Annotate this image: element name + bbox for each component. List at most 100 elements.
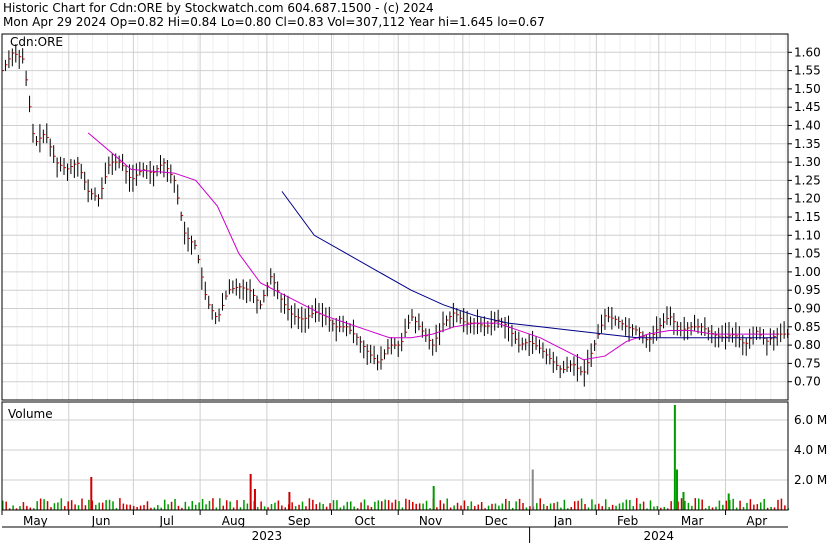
volume-bar [739, 500, 741, 510]
volume-bar [22, 502, 25, 510]
volume-bar [498, 505, 500, 510]
volume-bar [639, 503, 641, 510]
volume-bar [398, 501, 400, 510]
volume-grid [1, 402, 788, 510]
volume-bar [518, 498, 521, 510]
volume-panel-title: Volume [8, 407, 53, 421]
volume-bar [329, 503, 331, 510]
volume-bar [615, 505, 617, 510]
price-tick-label: 1.15 [794, 210, 821, 224]
volume-bar [694, 498, 697, 510]
chart-header-line-1: Historic Chart for Cdn:ORE by Stockwatch… [3, 1, 434, 15]
volume-bar [412, 501, 414, 510]
volume-bar [108, 499, 111, 510]
volume-tick-label: 4.0 M [794, 443, 827, 457]
volume-bar [446, 498, 448, 510]
volume-bar [53, 503, 56, 510]
price-tick-label: 1.35 [794, 137, 821, 151]
volume-bar [57, 502, 59, 510]
volume-bar [553, 503, 555, 510]
volume-bar [291, 502, 293, 510]
volume-bar [467, 505, 469, 510]
volume-bar [312, 499, 314, 510]
month-label: Oct [354, 514, 375, 528]
volume-bar [718, 500, 721, 510]
volume-bar [64, 506, 66, 510]
volume-bar [270, 503, 273, 510]
volume-bar [515, 501, 517, 510]
volume-bar [508, 501, 510, 510]
volume-bar [167, 504, 169, 510]
volume-tick-label: 2.0 M [794, 473, 827, 487]
chart-header-line-2: Mon Apr 29 2024 Op=0.82 Hi=0.84 Lo=0.80 … [3, 15, 545, 29]
volume-bar [277, 500, 280, 510]
volume-bar [315, 504, 318, 510]
price-tick-label: 1.60 [794, 45, 821, 59]
volume-bar [753, 504, 755, 510]
volume-bar [263, 506, 266, 510]
volume-bar [732, 498, 734, 510]
volume-bar [405, 498, 407, 510]
volume-bar [98, 502, 100, 510]
price-tick-label: 1.20 [794, 192, 821, 206]
month-label: Jun [91, 514, 111, 528]
price-tick-label: 0.80 [794, 338, 821, 352]
price-tick-label: 1.10 [794, 228, 821, 242]
price-tick-label: 0.75 [794, 356, 821, 370]
volume-bar [722, 504, 724, 510]
volume-bar [784, 505, 786, 510]
volume-bar [67, 501, 69, 510]
volume-bar [487, 505, 490, 510]
volume-bar [201, 498, 204, 510]
volume-bar [460, 505, 462, 510]
volume-bar [622, 502, 624, 510]
volume-bar [377, 500, 380, 510]
volume-bar [367, 505, 369, 510]
month-label: Apr [746, 514, 767, 528]
volume-bar [157, 505, 159, 510]
volume-bar [146, 501, 149, 510]
volume-bar [580, 498, 583, 510]
volume-bar [70, 500, 73, 510]
volume-bar [763, 498, 765, 510]
volume-bar [188, 506, 190, 510]
volume-bar [194, 504, 197, 510]
volume-bar [439, 500, 442, 510]
volume-bar [453, 505, 455, 510]
month-label: Dec [485, 514, 508, 528]
volume-bar [274, 502, 276, 510]
volume-bar [635, 498, 638, 510]
price-tick-label: 0.90 [794, 302, 821, 316]
volume-bar [727, 493, 730, 510]
volume-bar [81, 498, 83, 510]
volume-tick-label: 6.0 M [794, 413, 827, 427]
volume-bar [101, 502, 104, 510]
volume-bar [676, 469, 679, 510]
volume-bar [573, 501, 576, 510]
volume-bar [305, 506, 307, 510]
volume-bar [346, 501, 349, 510]
price-tick-label: 0.70 [794, 375, 821, 389]
price-grid [1, 34, 788, 515]
year-label: 2024 [644, 529, 675, 543]
volume-bar [756, 504, 759, 510]
volume-bar [629, 500, 631, 510]
volume-bar [408, 499, 411, 510]
volume-bar [682, 492, 685, 510]
year-labels: 2023 2024 [252, 527, 674, 543]
volume-bar [491, 503, 493, 510]
volume-panel-frame [1, 401, 789, 511]
volume-bar [174, 498, 176, 510]
volume-bar [105, 499, 107, 510]
volume-bar [129, 504, 131, 510]
volume-bar [422, 503, 424, 510]
volume-bar [112, 501, 114, 510]
volume-bar [88, 499, 90, 510]
volume-bar [43, 499, 45, 510]
volume-bar [12, 505, 14, 510]
volume-bar [84, 505, 87, 510]
volume-bar [90, 477, 93, 510]
volume-bar [236, 500, 238, 510]
stock-chart: 0.70 0.75 0.80 0.85 0.90 0.95 1.00 1.05 1.10 1.15… [1, 33, 827, 543]
volume-bar [384, 499, 386, 510]
